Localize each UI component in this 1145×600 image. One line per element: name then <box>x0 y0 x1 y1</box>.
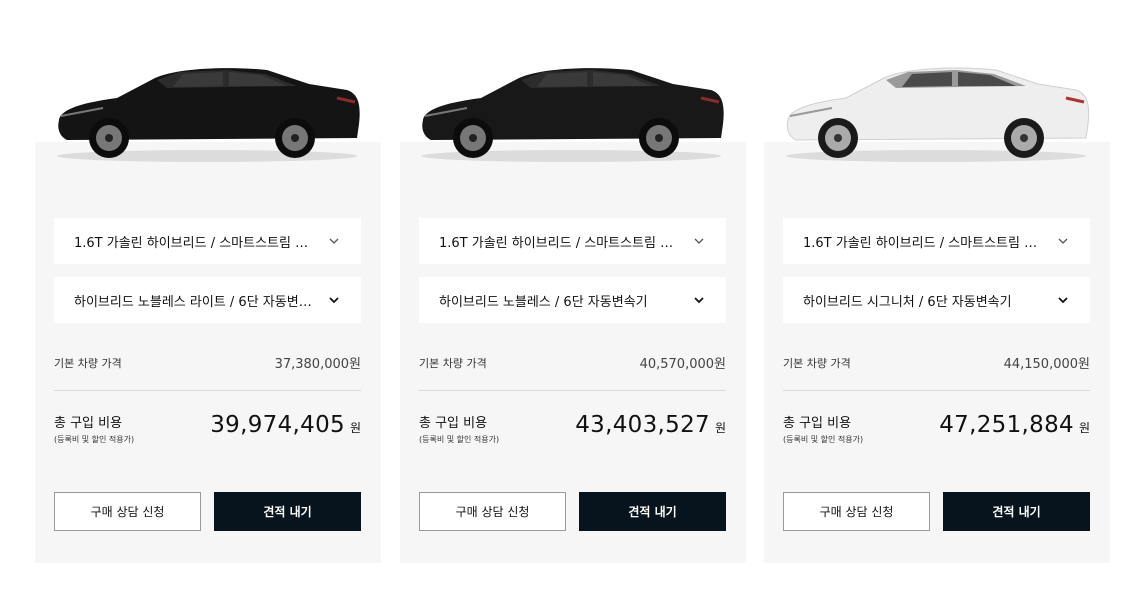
total-cost-unit: 원 <box>714 421 726 435</box>
total-cost-label: 총 구입 비용 <box>419 416 488 431</box>
divider <box>783 390 1090 391</box>
total-cost-note: (등록비 및 할인 적용가) <box>419 435 500 444</box>
total-cost-note: (등록비 및 할인 적용가) <box>783 435 864 444</box>
total-cost-value: 43,403,527 원 <box>575 412 726 438</box>
price-card-3: 1.6T 가솔린 하이브리드 / 스마트스트림 터... 하이브리드 시그니처 … <box>764 142 1110 563</box>
chevron-down-icon <box>694 297 704 304</box>
white-sedan-image <box>786 67 1090 162</box>
black-sedan-image <box>421 68 724 162</box>
model-select[interactable]: 하이브리드 노블레스 / 6단 자동변속기 <box>419 277 726 323</box>
base-price-row: 기본 차량 가격 40,570,000원 <box>419 353 726 373</box>
model-select[interactable]: 하이브리드 노블레스 라이트 / 6단 자동변속기 <box>54 277 361 323</box>
base-price-row: 기본 차량 가격 37,380,000원 <box>54 353 361 373</box>
trim-select[interactable]: 1.6T 가솔린 하이브리드 / 스마트스트림 터... <box>54 218 361 264</box>
quote-button[interactable]: 견적 내기 <box>214 492 361 531</box>
base-price-value: 37,380,000원 <box>274 357 361 372</box>
model-select-value: 하이브리드 노블레스 / 6단 자동변속기 <box>439 294 648 310</box>
total-cost-unit: 원 <box>349 421 361 435</box>
price-card-1: 1.6T 가솔린 하이브리드 / 스마트스트림 터... 하이브리드 노블레스 … <box>35 142 381 563</box>
model-select[interactable]: 하이브리드 시그니처 / 6단 자동변속기 <box>783 277 1090 323</box>
base-price-value: 44,150,000원 <box>1003 357 1090 372</box>
model-select-value: 하이브리드 노블레스 라이트 / 6단 자동변속기 <box>74 294 319 310</box>
divider <box>54 390 361 391</box>
base-price-row: 기본 차량 가격 44,150,000원 <box>783 353 1090 373</box>
chevron-down-icon <box>1058 297 1068 304</box>
total-cost-number: 43,403,527 <box>575 412 710 438</box>
divider <box>419 390 726 391</box>
total-cost-value: 39,974,405 원 <box>210 412 361 438</box>
quote-button[interactable]: 견적 내기 <box>579 492 726 531</box>
car-image-2 <box>411 58 731 168</box>
consult-button[interactable]: 구매 상담 신청 <box>783 492 930 531</box>
trim-select-value: 1.6T 가솔린 하이브리드 / 스마트스트림 터... <box>803 235 1048 251</box>
base-price-value: 40,570,000원 <box>639 357 726 372</box>
total-cost-number: 39,974,405 <box>210 412 345 438</box>
price-card-2: 1.6T 가솔린 하이브리드 / 스마트스트림 터... 하이브리드 노블레스 … <box>400 142 746 563</box>
total-cost-unit: 원 <box>1078 421 1090 435</box>
car-image-3 <box>776 58 1096 168</box>
base-price-label: 기본 차량 가격 <box>54 356 122 370</box>
trim-select-value: 1.6T 가솔린 하이브리드 / 스마트스트림 터... <box>74 235 319 251</box>
chevron-down-icon <box>1058 238 1068 244</box>
consult-button[interactable]: 구매 상담 신청 <box>54 492 201 531</box>
chevron-down-icon <box>329 238 339 244</box>
chevron-down-icon <box>329 297 339 304</box>
total-cost-label: 총 구입 비용 <box>783 416 852 431</box>
model-select-value: 하이브리드 시그니처 / 6단 자동변속기 <box>803 294 1012 310</box>
trim-select[interactable]: 1.6T 가솔린 하이브리드 / 스마트스트림 터... <box>419 218 726 264</box>
total-cost-value: 47,251,884 원 <box>939 412 1090 438</box>
total-cost-label: 총 구입 비용 <box>54 416 123 431</box>
base-price-label: 기본 차량 가격 <box>783 356 851 370</box>
trim-select[interactable]: 1.6T 가솔린 하이브리드 / 스마트스트림 터... <box>783 218 1090 264</box>
black-sedan-image <box>57 68 360 162</box>
quote-button[interactable]: 견적 내기 <box>943 492 1090 531</box>
chevron-down-icon <box>694 238 704 244</box>
consult-button[interactable]: 구매 상담 신청 <box>419 492 566 531</box>
total-cost-number: 47,251,884 <box>939 412 1074 438</box>
trim-select-value: 1.6T 가솔린 하이브리드 / 스마트스트림 터... <box>439 235 684 251</box>
car-image-1 <box>47 58 367 168</box>
base-price-label: 기본 차량 가격 <box>419 356 487 370</box>
total-cost-note: (등록비 및 할인 적용가) <box>54 435 135 444</box>
